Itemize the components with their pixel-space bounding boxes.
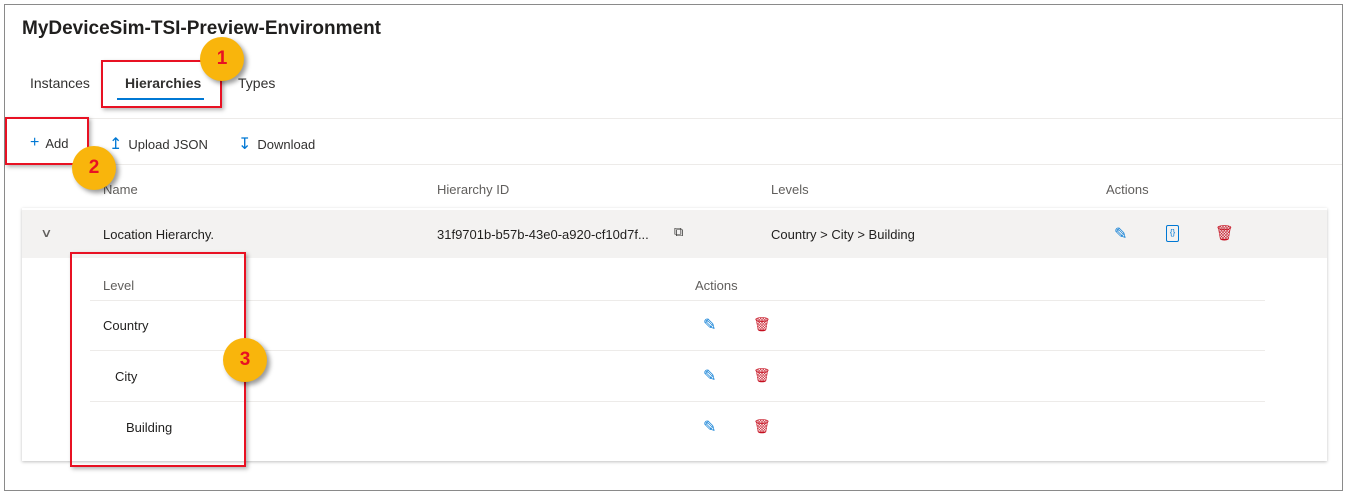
download-icon: ↧	[238, 136, 252, 153]
download-label: Download	[257, 136, 316, 152]
delete-icon[interactable]: 🗑	[753, 316, 771, 333]
copy-icon[interactable]: ⧉	[674, 224, 683, 240]
json-file-icon[interactable]: {}	[1166, 225, 1179, 242]
callout-1: 1	[200, 37, 244, 81]
header-hierarchy-id: Hierarchy ID	[437, 182, 510, 197]
upload-icon: ↥	[109, 136, 123, 153]
upload-json-button[interactable]: ↥ Upload JSON	[109, 134, 208, 154]
hierarchy-name: Location Hierarchy.	[103, 227, 215, 242]
divider	[90, 300, 1265, 301]
edit-icon[interactable]: ✎	[703, 417, 716, 437]
chevron-down-icon[interactable]: ∨	[40, 226, 52, 240]
edit-icon[interactable]: ✎	[703, 366, 716, 386]
header-actions: Actions	[1106, 182, 1149, 197]
header-levels: Levels	[771, 182, 809, 197]
edit-icon[interactable]: ✎	[703, 315, 716, 335]
download-button[interactable]: ↧ Download	[238, 134, 315, 154]
divider	[5, 164, 1342, 165]
delete-icon[interactable]: 🗑	[753, 418, 771, 435]
tab-instances[interactable]: Instances	[30, 75, 90, 91]
edit-icon[interactable]: ✎	[1114, 224, 1127, 244]
tab-types[interactable]: Types	[238, 75, 275, 91]
callout-2: 2	[72, 146, 116, 190]
hierarchy-id: 31f9701b-b57b-43e0-a920-cf10d7f...	[437, 227, 649, 242]
callout-3: 3	[223, 338, 267, 382]
delete-icon[interactable]: 🗑	[1215, 224, 1234, 242]
divider	[90, 401, 1265, 402]
divider	[90, 350, 1265, 351]
divider	[5, 118, 1342, 119]
highlight-box-levels	[70, 252, 246, 467]
hierarchy-levels: Country > City > Building	[771, 227, 915, 242]
subheader-actions: Actions	[695, 278, 738, 293]
page-title: MyDeviceSim-TSI-Preview-Environment	[22, 18, 381, 39]
upload-label: Upload JSON	[128, 136, 208, 152]
delete-icon[interactable]: 🗑	[753, 367, 771, 384]
